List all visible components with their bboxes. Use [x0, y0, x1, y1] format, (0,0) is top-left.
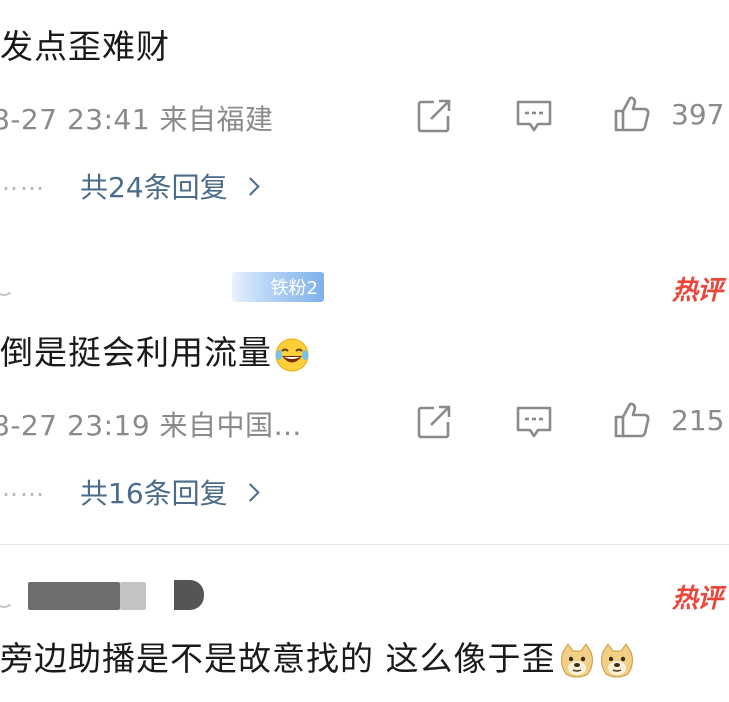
- divider: [0, 544, 729, 545]
- like-count: 215: [671, 404, 725, 437]
- avatar[interactable]: [0, 276, 14, 296]
- view-replies-link[interactable]: 共24条回复: [80, 166, 260, 206]
- reply-dots: ……: [0, 474, 46, 502]
- share-icon[interactable]: [414, 402, 454, 442]
- comment-meta: 8-27 23:41 来自福建: [0, 103, 274, 136]
- doge-emoji: [560, 642, 593, 677]
- comment-meta: 8-27 23:19 来自中国…: [0, 409, 303, 442]
- comment-text: 旁边助播是不是故意找的 这么像于歪: [0, 632, 636, 680]
- fan-badge-label: 铁粉2: [270, 278, 318, 299]
- comment-text: 倒是挺会利用流量: [0, 326, 310, 374]
- hot-comment-tag: 热评: [672, 276, 723, 306]
- avatar[interactable]: [0, 588, 14, 608]
- redacted-username: [28, 582, 120, 610]
- like-icon[interactable]: [612, 400, 652, 440]
- comment-icon[interactable]: [514, 96, 554, 136]
- doge-emoji: [600, 642, 633, 677]
- replies-label: 共16条回复: [80, 477, 228, 510]
- chevron-right-icon: [240, 482, 260, 502]
- hot-comment-tag: 热评: [672, 584, 723, 614]
- comment-text-body: 旁边助播是不是故意找的 这么像于歪: [0, 639, 556, 678]
- comment-text: 发点歪难财: [0, 27, 170, 66]
- reply-dots: ……: [0, 168, 46, 196]
- like-icon[interactable]: [612, 94, 652, 134]
- chevron-right-icon: [240, 176, 260, 196]
- view-replies-link[interactable]: 共16条回复: [80, 472, 260, 512]
- redacted-username: [174, 580, 204, 610]
- comment-icon[interactable]: [514, 402, 554, 442]
- comment-feed: 发点歪难财 8-27 23:41 来自福建 397 …… 共24条回复 铁粉2 …: [0, 0, 729, 702]
- laugh-cry-emoji: [275, 338, 309, 371]
- fan-badge: 铁粉2: [232, 272, 324, 302]
- redacted-username: [120, 582, 146, 610]
- replies-label: 共24条回复: [80, 171, 228, 204]
- comment-text-body: 倒是挺会利用流量: [0, 333, 272, 372]
- like-count: 397: [671, 98, 725, 131]
- share-icon[interactable]: [414, 96, 454, 136]
